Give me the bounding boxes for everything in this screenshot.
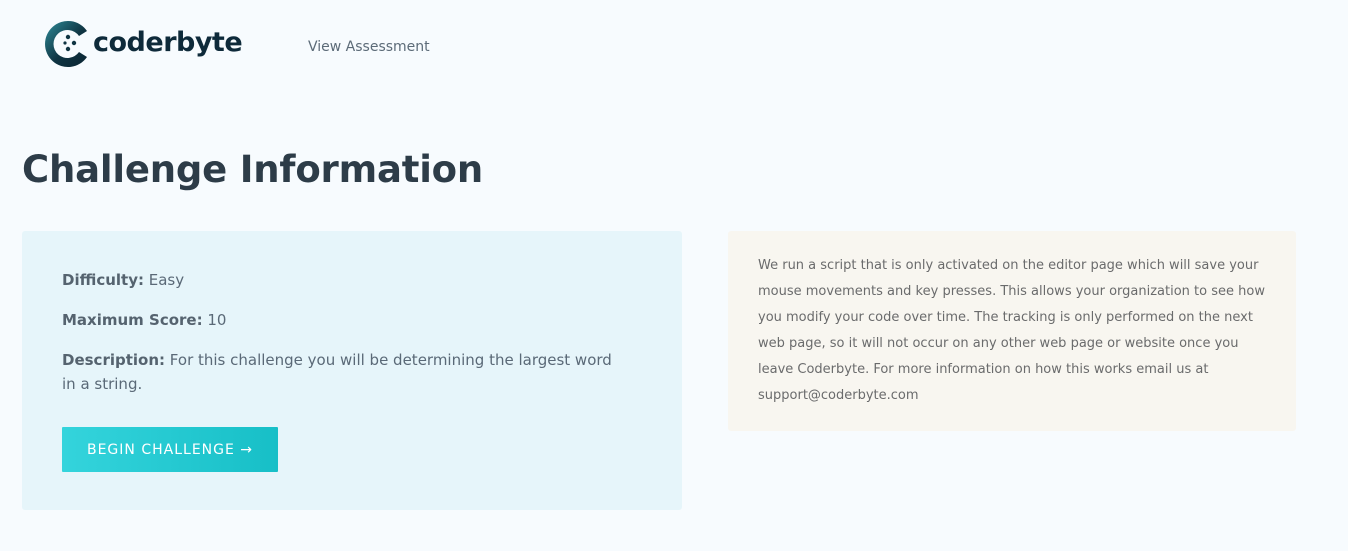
coderbyte-logo-icon [45, 20, 87, 67]
max-score-row: Maximum Score: 10 [62, 308, 622, 332]
difficulty-row: Difficulty: Easy [62, 268, 622, 292]
top-header: coderbyte View Assessment [0, 0, 1348, 90]
description-row: Description: For this challenge you will… [62, 348, 622, 396]
tracking-notice-card: We run a script that is only activated o… [728, 231, 1296, 431]
max-score-value: 10 [207, 311, 227, 329]
view-assessment-link[interactable]: View Assessment [308, 39, 430, 55]
logo-text: coderbyte [93, 26, 243, 58]
tracking-notice-text: We run a script that is only activated o… [758, 258, 1265, 403]
difficulty-label: Difficulty: [62, 271, 144, 289]
coderbyte-logo[interactable]: coderbyte [43, 18, 243, 70]
max-score-label: Maximum Score: [62, 311, 203, 329]
description-label: Description: [62, 351, 166, 369]
begin-challenge-button[interactable]: BEGIN CHALLENGE → [62, 427, 278, 472]
challenge-info-card: Difficulty: Easy Maximum Score: 10 Descr… [22, 231, 682, 510]
page-title: Challenge Information [22, 148, 484, 191]
difficulty-value: Easy [148, 271, 185, 289]
